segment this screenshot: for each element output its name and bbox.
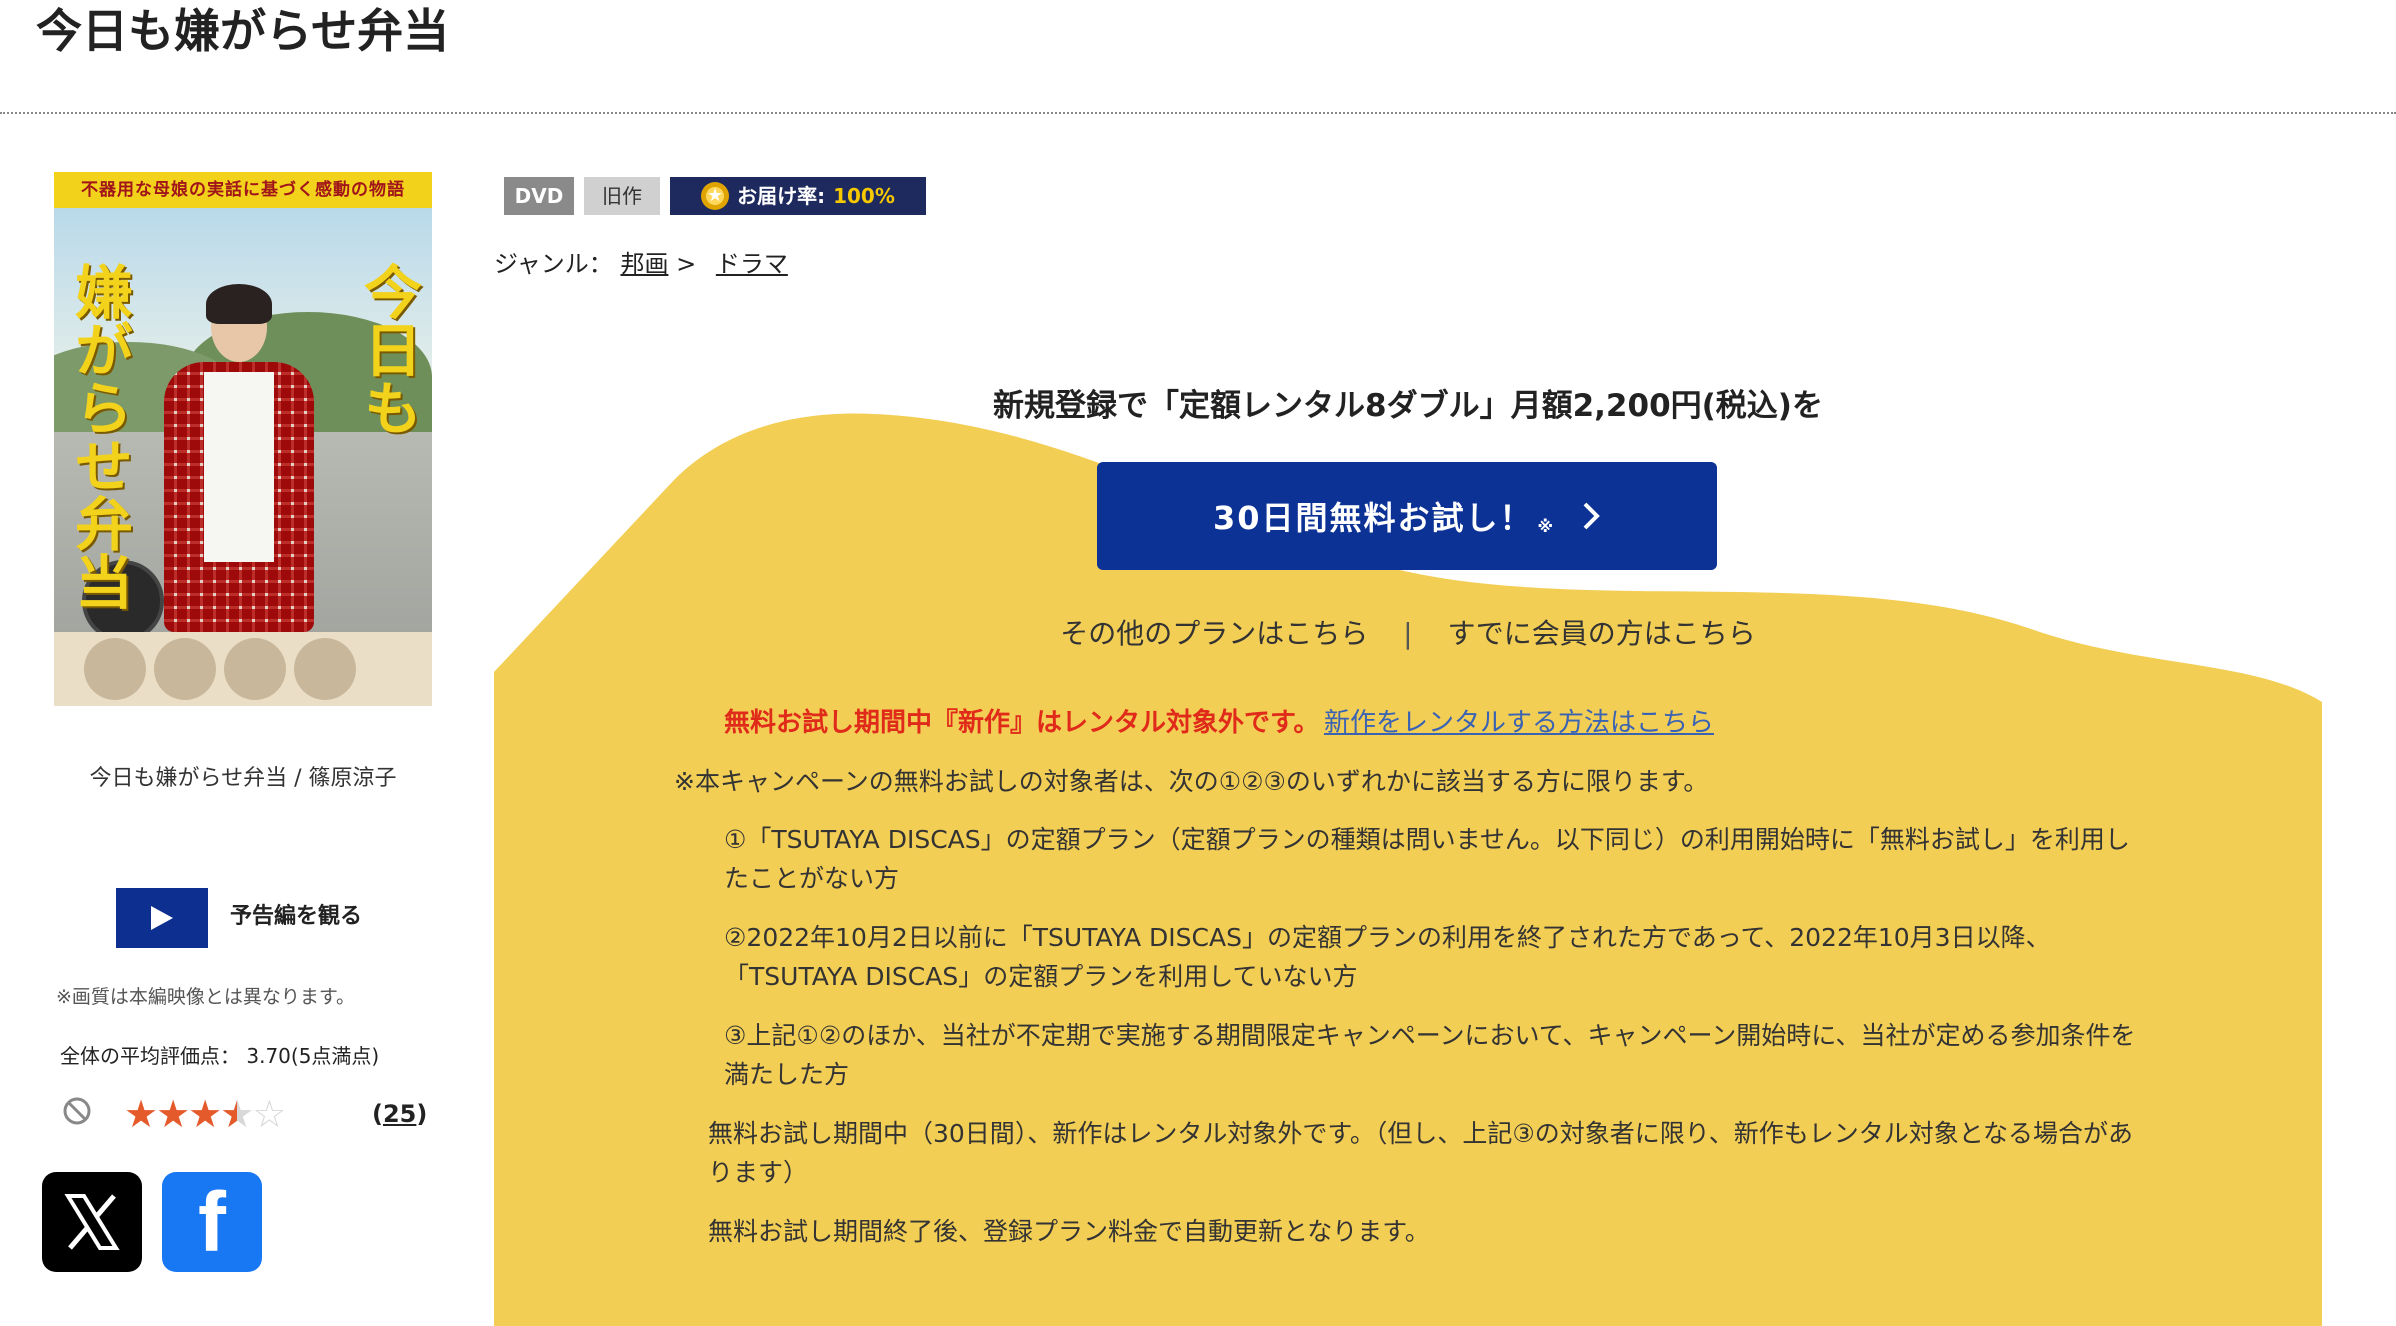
cover-image[interactable]: 嫌がらせ弁当 今日も 不器用な母娘の実話に基づく感動の物語 <box>54 172 432 706</box>
free-trial-label: 30日間無料お試し！ <box>1212 499 1534 537</box>
cover-title-left: 嫌がらせ弁当 <box>65 262 133 610</box>
terms-condition-3: ③上記①②のほか、当社が不定期で実施する期間限定キャンペーンにおいて、キャンペー… <box>724 1021 2136 1089</box>
review-count-close: ) <box>416 1100 428 1128</box>
cover-tagline: 不器用な母娘の実話に基づく感動の物語 <box>54 172 432 208</box>
facebook-logo-icon: f <box>198 1175 226 1269</box>
new-release-warning: 無料お試し期間中『新作』はレンタル対象外です。 <box>724 708 1320 738</box>
cover-cast-thumb <box>224 638 286 700</box>
chevron-right-icon <box>1583 502 1600 530</box>
trailer-label[interactable]: 予告編を観る <box>230 900 362 934</box>
free-trial-note-mark: ※ <box>1537 516 1556 536</box>
review-count-open: ( <box>372 1100 383 1128</box>
share-facebook-button[interactable]: f <box>162 1172 262 1272</box>
star-full-icon: ★ <box>156 1092 190 1136</box>
title-divider <box>0 112 2396 114</box>
cover-cast-thumb <box>154 638 216 700</box>
share-x-button[interactable] <box>42 1172 142 1272</box>
terms-auto-renew-note: 無料お試し期間終了後、登録プラン料金で自動更新となります。 <box>708 1217 1430 1246</box>
cover-title-right: 今日も <box>354 262 422 436</box>
star-medal-icon: ★ <box>701 182 730 210</box>
terms-new-release-note: 無料お試し期間中（30日間）、新作はレンタル対象外です。（但し、上記③の対象者に… <box>708 1119 2133 1187</box>
format-badge: DVD <box>504 177 574 215</box>
delivery-rate-badge: ★ お届け率: 100% <box>670 177 926 215</box>
members-link[interactable]: すでに会員の方はこちら <box>1447 617 1755 650</box>
rating-stars[interactable]: ★★★★★☆ <box>124 1092 286 1136</box>
average-rating: 全体の平均評価点： 3.70(5点満点) <box>60 1044 380 1068</box>
terms-condition-1: ①「TSUTAYA DISCAS」の定額プラン（定額プランの種類は問いません。以… <box>724 825 2130 893</box>
other-plans-link[interactable]: その他のプランはこちら <box>1060 617 1368 650</box>
x-logo-icon <box>64 1194 120 1250</box>
cover-figure-hair <box>206 284 272 324</box>
star-full-icon: ★ <box>188 1092 222 1136</box>
new-release-rental-link[interactable]: 新作をレンタルする方法はこちら <box>1324 702 1714 739</box>
genre-separator: > <box>676 250 697 278</box>
genre-label: ジャンル： <box>494 250 613 278</box>
star-full-icon: ★ <box>124 1092 158 1136</box>
page-title: 今日も嫌がらせ弁当 <box>36 4 450 58</box>
terms-intro: ※本キャンペーンの無料お試しの対象者は、次の①②③のいずれかに該当する方に限りま… <box>674 767 1709 796</box>
star-half-icon: ★★ <box>220 1092 254 1136</box>
cover-cast-strip <box>54 632 432 706</box>
status-badge: 旧作 <box>584 177 660 215</box>
cover-cast-thumb <box>294 638 356 700</box>
genre-link-parent[interactable]: 邦画 <box>620 250 668 278</box>
cover-figure-shirt <box>204 372 274 562</box>
cover-caption: 今日も嫌がらせ弁当 / 篠原涼子 <box>89 766 397 791</box>
delivery-rate-value: 100% <box>833 184 895 208</box>
genre-link-child[interactable]: ドラマ <box>716 250 788 278</box>
review-count[interactable]: (25) <box>372 1100 427 1128</box>
play-icon <box>151 906 173 930</box>
star-empty-icon: ☆ <box>252 1092 286 1136</box>
genre-breadcrumb: ジャンル： 邦画 > ドラマ <box>494 244 788 279</box>
cover-cast-thumb <box>84 638 146 700</box>
terms-condition-2: ②2022年10月2日以前に「TSUTAYA DISCAS」の定額プランの利用を… <box>724 923 2051 991</box>
plan-links: その他のプランはこちら | すでに会員の方はこちら <box>494 612 2322 652</box>
signup-headline: 新規登録で「定額レンタル8ダブル」月額2,200円(税込)を <box>993 388 1823 424</box>
plan-links-separator: | <box>1403 617 1413 650</box>
trailer-play-button[interactable] <box>116 888 208 948</box>
quality-note: ※画質は本編映像とは異なります。 <box>56 986 356 1008</box>
delivery-rate-label: お届け率: <box>737 184 826 208</box>
review-count-link[interactable]: 25 <box>383 1100 416 1128</box>
free-trial-button[interactable]: 30日間無料お試し！ ※ <box>1097 462 1717 570</box>
prohibited-icon[interactable] <box>62 1096 92 1126</box>
